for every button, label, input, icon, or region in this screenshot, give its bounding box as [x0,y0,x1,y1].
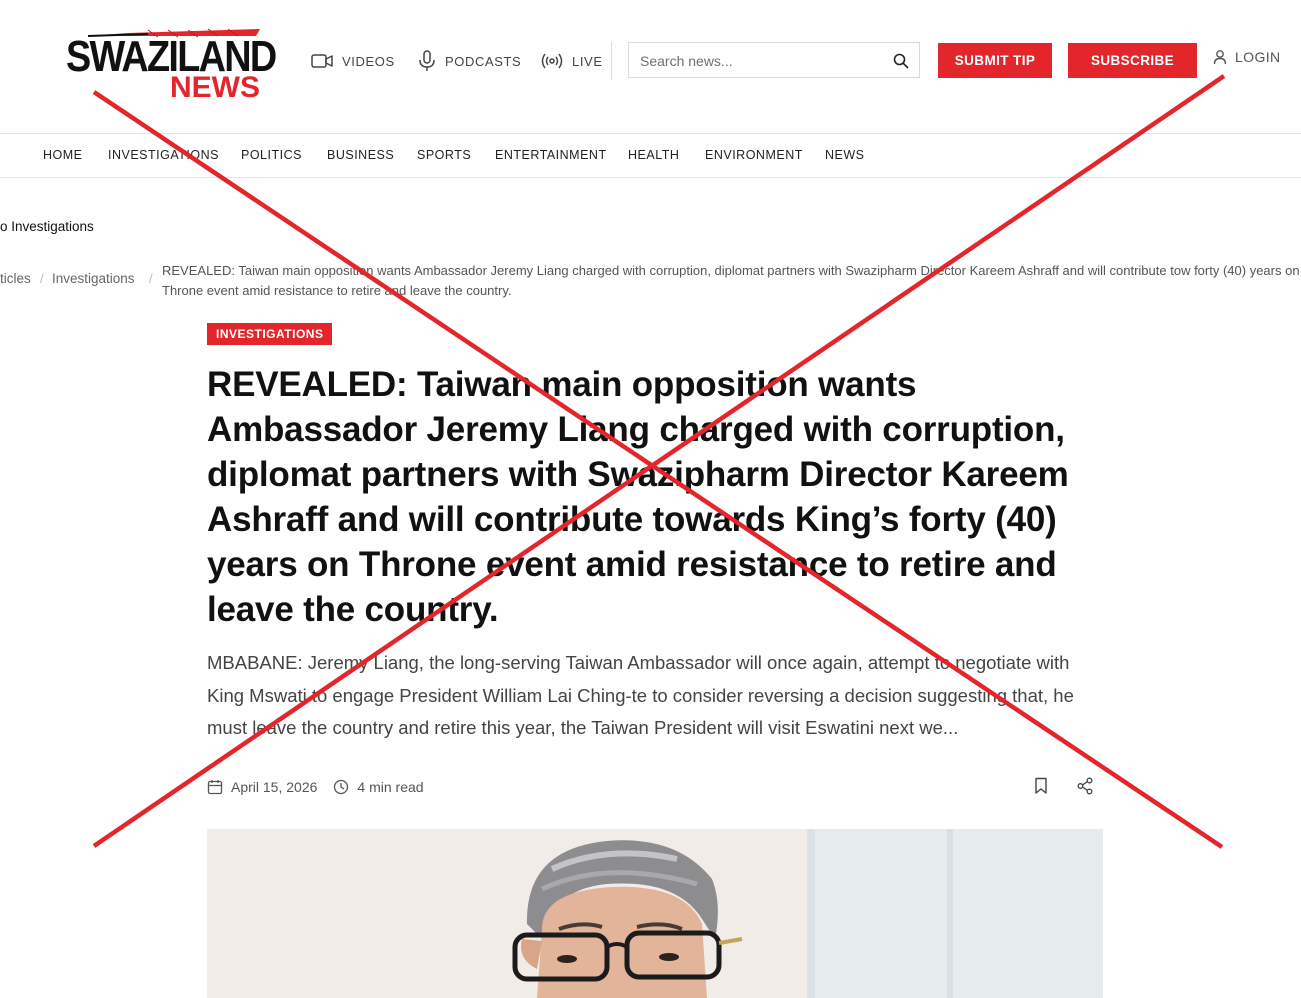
share-icon[interactable] [1077,777,1093,795]
user-icon [1213,50,1227,65]
live-link[interactable]: LIVE [541,49,603,73]
logo-wordmark-bottom: NEWS [170,71,260,104]
ambassador-photo [207,829,1103,998]
breadcrumb-investigations[interactable]: Investigations [52,271,135,286]
category-badge[interactable]: INVESTIGATIONS [207,323,333,345]
search-icon[interactable] [893,53,909,69]
site-logo[interactable]: SWAZILAND NEWS [64,24,277,104]
back-to-investigations-link[interactable]: o Investigations [0,219,94,234]
login-label: LOGIN [1235,49,1281,65]
breadcrumb-articles[interactable]: ticles [0,271,31,286]
video-camera-icon [311,54,333,68]
article-excerpt: MBABANE: Jeremy Liang, the long-serving … [207,652,1074,738]
article-title: REVEALED: Taiwan main opposition wants A… [207,365,1069,629]
search-box [628,42,920,78]
subscribe-button[interactable]: SUBSCRIBE [1068,43,1197,78]
read-time-text: 4 min read [357,779,424,795]
nav-item-news[interactable]: NEWS [825,148,865,162]
broadcast-icon [541,53,563,69]
calendar-icon [207,780,223,795]
nav-item-business[interactable]: BUSINESS [327,148,394,162]
article-meta: April 15, 2026 4 min read [207,777,440,797]
videos-label: VIDEOS [342,53,395,69]
header-divider [611,42,612,80]
breadcrumb-current: REVEALED: Taiwan main opposition wants A… [162,263,1300,298]
videos-link[interactable]: VIDEOS [311,49,395,73]
read-time: 4 min read [333,779,424,795]
search-input[interactable] [640,51,880,71]
site-header: SWAZILAND NEWS VIDEOS PODCASTS LIVE Sear… [0,0,1301,133]
clock-icon [334,779,349,795]
nav-item-entertainment[interactable]: ENTERTAINMENT [495,148,607,162]
login-link[interactable]: LOGIN [1213,49,1281,65]
hero-image [207,829,1103,998]
publish-date: April 15, 2026 [207,779,317,795]
submit-tip-button[interactable]: SUBMIT TIP [938,43,1052,78]
nav-item-environment[interactable]: ENVIRONMENT [705,148,803,162]
nav-item-health[interactable]: HEALTH [628,148,679,162]
nav-item-investigations[interactable]: INVESTIGATIONS [108,148,219,162]
nav-item-home[interactable]: HOME [43,148,83,162]
podcasts-link[interactable]: PODCASTS [418,49,521,73]
podcasts-label: PODCASTS [445,53,522,69]
main-nav: HOME INVESTIGATIONS POLITICS BUSINESS SP… [0,133,1301,178]
nav-item-politics[interactable]: POLITICS [241,148,302,162]
publish-date-text: April 15, 2026 [231,779,318,795]
microphone-icon [419,50,435,71]
breadcrumb-separator: / [40,271,44,286]
live-label: LIVE [572,53,603,69]
nav-item-sports[interactable]: SPORTS [417,148,471,162]
breadcrumb-separator: / [149,271,153,286]
bookmark-icon[interactable] [1033,777,1049,795]
